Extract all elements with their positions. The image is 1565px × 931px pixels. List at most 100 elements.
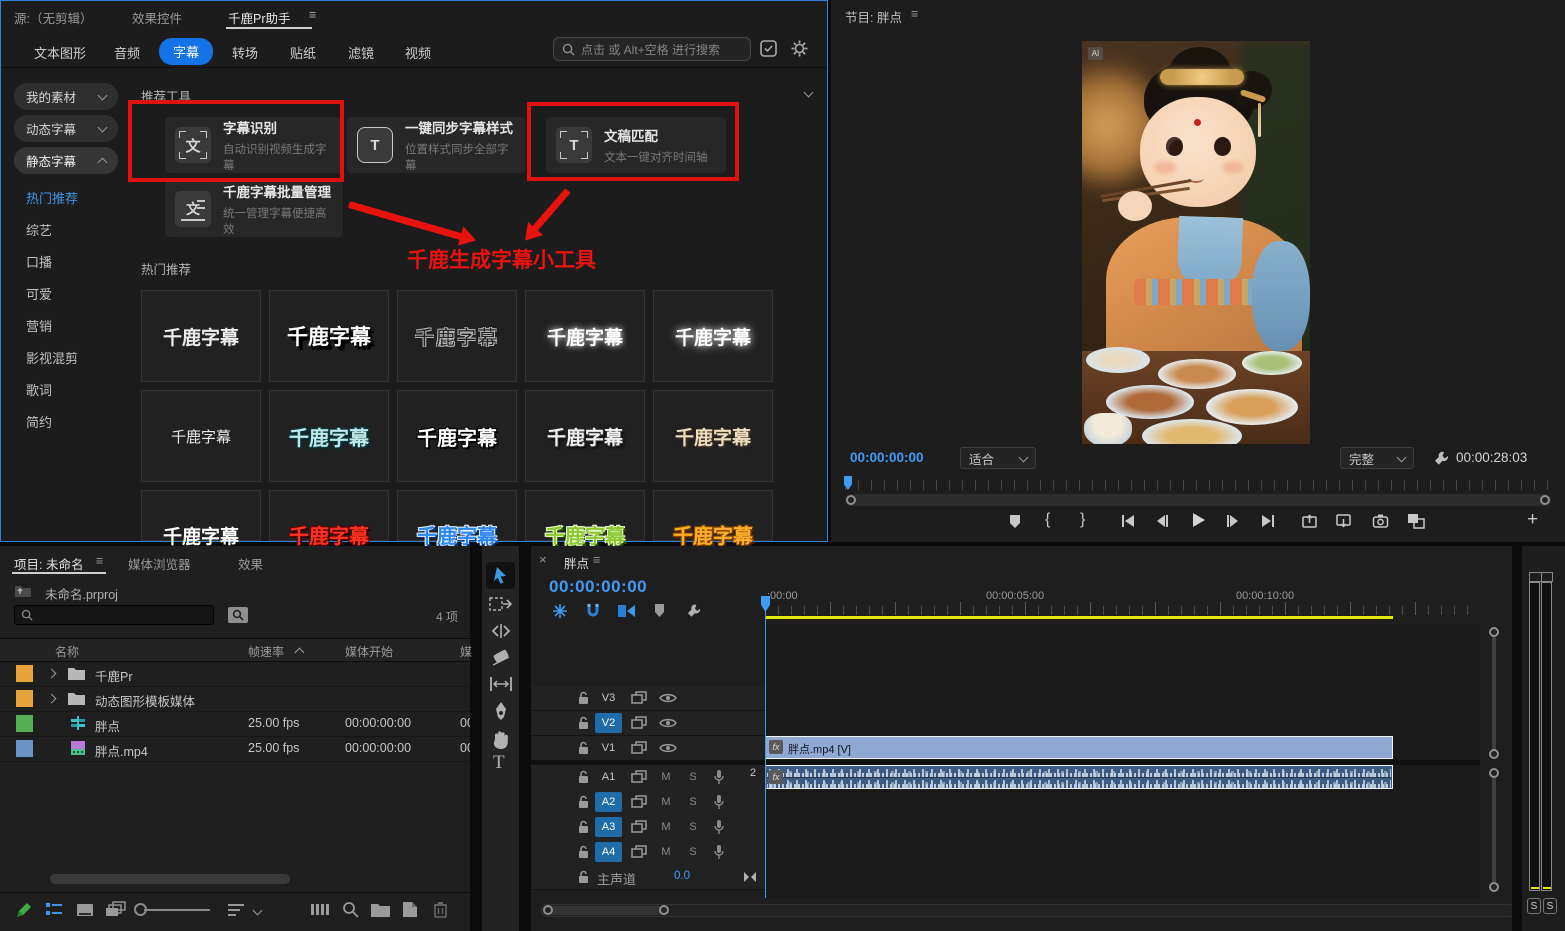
extract-button[interactable] [1335, 513, 1352, 529]
tab-effect-controls[interactable]: 效果控件 [132, 8, 182, 27]
col-name[interactable]: 名称 [55, 643, 79, 660]
close-panel-icon[interactable]: × [539, 552, 547, 567]
font-style-card[interactable]: 千鹿字幕 [525, 390, 645, 482]
mic-icon[interactable] [713, 844, 725, 860]
sync-lock-icon[interactable] [631, 741, 647, 755]
sync-lock-icon[interactable] [631, 795, 647, 809]
snap-magnet-icon[interactable] [584, 602, 602, 620]
table-row[interactable]: 动态图形模板媒体 [0, 686, 470, 712]
sidebar-group-my-assets[interactable]: 我的素材 [14, 83, 118, 110]
find-button[interactable] [342, 901, 359, 918]
font-style-card[interactable]: 千鹿字幕 [141, 290, 261, 382]
new-bin-button[interactable] [371, 903, 390, 917]
lift-button[interactable] [1301, 513, 1318, 529]
project-hscrollbar[interactable] [50, 874, 290, 884]
font-style-card[interactable]: 千鹿字幕 [653, 390, 773, 482]
settings-wrench-icon[interactable] [1433, 449, 1451, 467]
hand-tool[interactable] [491, 729, 511, 750]
lock-icon[interactable] [577, 845, 590, 859]
eye-icon[interactable] [659, 717, 677, 729]
panel-menu-icon[interactable]: ≡ [96, 554, 103, 568]
meter-solo-left-button[interactable]: S [1527, 898, 1541, 914]
tab-qianlu-assistant[interactable]: 千鹿Pr助手 [228, 8, 291, 27]
scrollbar-handle-left[interactable] [846, 495, 856, 505]
sidebar-item-cute[interactable]: 可爱 [26, 284, 52, 303]
expand-chevron-icon[interactable] [47, 669, 57, 679]
timeline-settings-wrench-icon[interactable] [686, 602, 703, 619]
sync-lock-icon[interactable] [631, 820, 647, 834]
icon-view-button[interactable] [76, 902, 94, 918]
step-forward-button[interactable] [1225, 513, 1241, 529]
track-header-v2[interactable]: V2 [531, 711, 765, 736]
go-to-in-button[interactable] [1120, 513, 1136, 529]
mute-button[interactable]: M [656, 793, 676, 811]
sidebar-item-lyrics[interactable]: 歌词 [26, 380, 52, 399]
font-style-card[interactable]: 千鹿字幕 [141, 390, 261, 482]
label-swatch[interactable] [16, 715, 33, 732]
program-scrollbar[interactable] [845, 494, 1551, 506]
tab-effects[interactable]: 效果 [238, 554, 263, 573]
track-target-v2[interactable]: V2 [595, 713, 622, 733]
font-style-card[interactable]: 千鹿字幕 [397, 490, 517, 541]
font-style-card[interactable]: 千鹿字幕 [269, 390, 389, 482]
bowtie-panner-icon[interactable] [743, 871, 757, 883]
track-target-a2[interactable]: A2 [595, 792, 622, 812]
chevron-down-icon[interactable] [253, 906, 263, 916]
lock-icon[interactable] [577, 691, 590, 705]
nav-video[interactable]: 视频 [405, 43, 431, 62]
nav-subtitles[interactable]: 字幕 [159, 38, 213, 65]
mute-button[interactable]: M [656, 768, 676, 786]
font-style-card[interactable]: 千鹿字幕 [653, 490, 773, 541]
timeline-hscrollbar[interactable] [541, 904, 1512, 917]
playback-resolution-select[interactable]: 完整 [1340, 447, 1414, 469]
solo-button[interactable]: S [683, 768, 703, 786]
label-swatch[interactable] [16, 665, 33, 682]
timeline-vscrollbar-video[interactable] [1489, 627, 1499, 759]
label-swatch[interactable] [16, 740, 33, 757]
hscroll-handle-right[interactable] [659, 905, 669, 915]
table-row[interactable]: 胖点 25.00 fps 00:00:00:00 00 [0, 711, 470, 737]
sync-lock-icon[interactable] [631, 770, 647, 784]
lock-icon[interactable] [577, 716, 590, 730]
linked-selection-icon[interactable] [617, 602, 637, 620]
lock-icon[interactable] [577, 820, 590, 834]
razor-tool[interactable] [490, 648, 512, 668]
sidebar-item-film-mix[interactable]: 影视混剪 [26, 348, 78, 367]
tab-sequence[interactable]: 胖点 [564, 553, 589, 572]
expand-chevron-icon[interactable] [47, 694, 57, 704]
mic-icon[interactable] [713, 794, 725, 810]
list-view-button[interactable] [45, 902, 63, 918]
mark-in-button[interactable]: { [1045, 511, 1050, 529]
panel-menu-icon[interactable]: ≡ [911, 7, 918, 21]
program-current-time[interactable]: 00:00:00:00 [850, 450, 924, 465]
tab-media-browser[interactable]: 媒体浏览器 [128, 554, 191, 573]
track-header-a2[interactable]: A2 M S [531, 790, 765, 816]
project-search-input[interactable] [14, 605, 214, 625]
track-target-a4[interactable]: A4 [595, 842, 622, 862]
mic-icon[interactable] [713, 819, 725, 835]
vscroll-handle-top[interactable] [1489, 627, 1499, 637]
panel-menu-icon[interactable]: ≡ [593, 553, 600, 567]
writable-pen-icon[interactable] [15, 901, 33, 919]
solo-button[interactable]: S [683, 793, 703, 811]
sync-lock-icon[interactable] [631, 845, 647, 859]
go-to-out-button[interactable] [1260, 513, 1276, 529]
pen-tool[interactable] [491, 701, 511, 723]
nav-audio[interactable]: 音频 [114, 43, 140, 62]
sidebar-item-variety[interactable]: 综艺 [26, 220, 52, 239]
zoom-fit-select[interactable]: 适合 [960, 447, 1036, 469]
hscroll-handle-left[interactable] [543, 905, 553, 915]
timeline-vscrollbar-audio[interactable] [1489, 768, 1499, 892]
font-style-card[interactable]: 千鹿字幕 [525, 290, 645, 382]
vscroll-handle-bottom[interactable] [1489, 749, 1499, 759]
marker-icon[interactable] [652, 603, 667, 618]
gear-icon[interactable] [790, 39, 809, 58]
font-style-card[interactable]: 千鹿字幕 [397, 290, 517, 382]
timeline-ruler[interactable]: :00:00 00:00:05:00 00:00:10:00 [765, 584, 1480, 616]
search-bin-icon[interactable] [228, 607, 248, 623]
audio-clip[interactable]: fx [765, 765, 1393, 789]
solo-button[interactable]: S [683, 818, 703, 836]
eye-icon[interactable] [659, 692, 677, 704]
video-clip[interactable]: fx 胖点.mp4 [V] [765, 736, 1393, 759]
nav-transitions[interactable]: 转场 [232, 43, 258, 62]
